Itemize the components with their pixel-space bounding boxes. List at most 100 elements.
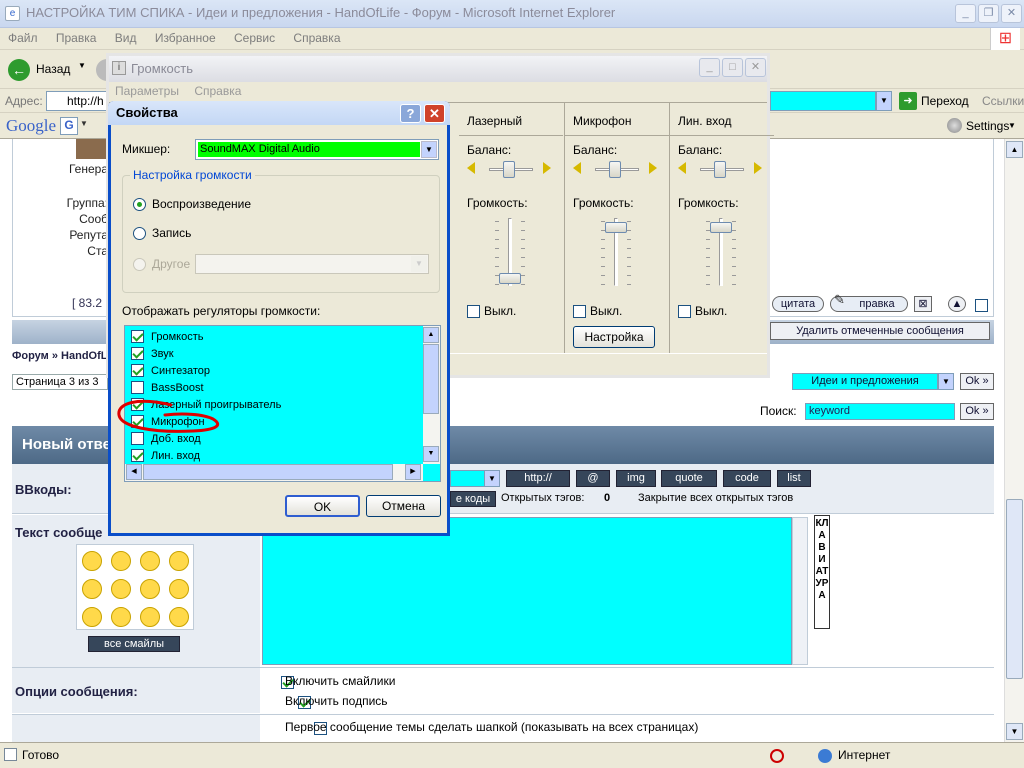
address-input[interactable]: http://h bbox=[46, 91, 114, 111]
menu-tools[interactable]: Сервис bbox=[234, 28, 275, 48]
message-textarea[interactable] bbox=[262, 517, 792, 665]
keyboard-button[interactable]: КЛАВИАТУРА bbox=[814, 515, 830, 629]
scroll-thumb[interactable] bbox=[1006, 499, 1023, 679]
back-dropdown-icon[interactable]: ▼ bbox=[78, 61, 86, 70]
breadcrumb-home[interactable]: Форум bbox=[12, 350, 49, 362]
back-button[interactable]: ← Назад ▼ bbox=[8, 58, 88, 82]
google-search-icon[interactable]: G bbox=[60, 117, 78, 135]
list-item-checkbox[interactable] bbox=[131, 330, 144, 344]
volume-menu-help[interactable]: Справка bbox=[194, 84, 241, 98]
bbcode-img-button[interactable]: img bbox=[616, 470, 656, 487]
smiley-icon[interactable] bbox=[111, 551, 131, 571]
list-scroll-right[interactable]: ▶ bbox=[405, 464, 421, 480]
textarea-scrollbar[interactable] bbox=[792, 517, 808, 665]
menu-file[interactable]: Файл bbox=[8, 28, 38, 48]
list-item[interactable]: Звук bbox=[131, 346, 174, 362]
settings-button[interactable]: Settings bbox=[966, 119, 1009, 133]
smiley-icon[interactable] bbox=[82, 579, 102, 599]
list-item[interactable]: Лин. вход bbox=[131, 448, 200, 464]
list-scroll-up[interactable]: ▲ bbox=[423, 327, 439, 343]
list-item[interactable]: BassBoost bbox=[131, 380, 204, 396]
list-vscroll[interactable]: ▲ ▼ bbox=[423, 326, 440, 464]
ok-button[interactable]: OK bbox=[285, 495, 360, 517]
go-arrow-icon[interactable]: ➜ bbox=[899, 92, 917, 110]
list-item-checkbox[interactable] bbox=[131, 364, 144, 378]
list-item[interactable]: Синтезатор bbox=[131, 363, 210, 379]
balance-slider[interactable] bbox=[714, 161, 726, 178]
help-button[interactable]: ? bbox=[400, 104, 421, 123]
delete-selected-button[interactable]: Удалить отмеченные сообщения bbox=[770, 322, 990, 340]
scroll-up-icon[interactable]: ▲ bbox=[948, 296, 966, 312]
select-post-checkbox[interactable] bbox=[975, 299, 988, 313]
google-dropdown-icon[interactable]: ▼ bbox=[80, 119, 88, 128]
quote-button[interactable]: цитата bbox=[772, 296, 824, 312]
smiley-icon[interactable] bbox=[140, 579, 160, 599]
scroll-down-button[interactable]: ▼ bbox=[1006, 723, 1023, 740]
volume-menu-params[interactable]: Параметры bbox=[115, 84, 179, 98]
delete-post-icon[interactable]: ⊠ bbox=[914, 296, 932, 312]
radio-playback[interactable] bbox=[133, 198, 146, 211]
go-button[interactable]: Переход bbox=[921, 94, 969, 108]
menu-help[interactable]: Справка bbox=[293, 28, 340, 48]
list-scroll-thumb[interactable] bbox=[423, 344, 439, 414]
settings-dropdown-icon[interactable]: ▼ bbox=[1008, 121, 1016, 130]
list-item-checkbox[interactable] bbox=[131, 449, 144, 463]
jump-dropdown-icon[interactable]: ▼ bbox=[938, 373, 954, 390]
mute-checkbox[interactable] bbox=[573, 305, 586, 319]
mixer-select[interactable]: SoundMAX Digital Audio ▼ bbox=[195, 139, 439, 160]
balance-slider[interactable] bbox=[503, 161, 515, 178]
breadcrumb-forum[interactable]: HandOfLi bbox=[61, 350, 111, 362]
mute-checkbox[interactable] bbox=[678, 305, 691, 319]
smiley-icon[interactable] bbox=[169, 579, 189, 599]
balance-slider[interactable] bbox=[609, 161, 621, 178]
volume-close-button[interactable]: ✕ bbox=[745, 58, 766, 77]
close-button[interactable]: ✕ bbox=[1001, 4, 1022, 23]
smiley-icon[interactable] bbox=[82, 551, 102, 571]
menu-view[interactable]: Вид bbox=[115, 28, 137, 48]
volume-maximize-button[interactable]: □ bbox=[722, 58, 743, 77]
volume-slider[interactable] bbox=[605, 222, 627, 234]
mixer-dropdown-icon[interactable]: ▼ bbox=[421, 141, 437, 158]
channel-settings-button[interactable]: Настройка bbox=[573, 326, 655, 348]
mute-checkbox[interactable] bbox=[467, 305, 480, 319]
bbcode-quote-button[interactable]: quote bbox=[661, 470, 717, 487]
close-codes-button[interactable]: е коды bbox=[450, 491, 496, 507]
list-item-checkbox[interactable] bbox=[131, 347, 144, 361]
search-input[interactable]: keyword bbox=[805, 403, 955, 420]
smiley-icon[interactable] bbox=[169, 551, 189, 571]
bbcode-list-button[interactable]: list bbox=[777, 470, 811, 487]
search-ok-button[interactable]: Ok » bbox=[960, 403, 994, 420]
all-smilies-button[interactable]: все смайлы bbox=[88, 636, 180, 652]
smiley-icon[interactable] bbox=[140, 607, 160, 627]
volume-slider[interactable] bbox=[710, 222, 732, 234]
list-scroll-down[interactable]: ▼ bbox=[423, 446, 439, 462]
address-dropdown-icon[interactable]: ▼ bbox=[876, 91, 892, 111]
list-scroll-left[interactable]: ◀ bbox=[126, 464, 142, 480]
smiley-icon[interactable] bbox=[82, 607, 102, 627]
ip-address[interactable]: [ 83.2 bbox=[72, 296, 102, 310]
list-item-checkbox[interactable] bbox=[131, 381, 144, 395]
page-scrollbar[interactable]: ▲ ▼ bbox=[1004, 139, 1024, 742]
bbcode-url-button[interactable]: http:// bbox=[506, 470, 570, 487]
font-dropdown-icon[interactable]: ▼ bbox=[484, 470, 500, 487]
maximize-button[interactable]: ❐ bbox=[978, 4, 999, 23]
smiley-icon[interactable] bbox=[111, 607, 131, 627]
font-select[interactable] bbox=[450, 470, 486, 487]
minimize-button[interactable]: _ bbox=[955, 4, 976, 23]
list-item[interactable]: Громкость bbox=[131, 329, 203, 345]
close-all-tags-link[interactable]: Закрытие всех открытых тэгов bbox=[638, 492, 793, 504]
address-input-right[interactable] bbox=[770, 91, 876, 111]
bbcode-email-button[interactable]: @ bbox=[576, 470, 610, 487]
page-indicator[interactable]: Страница 3 из 3 bbox=[12, 374, 108, 390]
bbcode-code-button[interactable]: code bbox=[723, 470, 771, 487]
radio-record[interactable] bbox=[133, 227, 146, 240]
volume-slider[interactable] bbox=[499, 272, 521, 284]
cancel-button[interactable]: Отмена bbox=[366, 495, 441, 517]
list-hscroll[interactable]: ◀ ▶ bbox=[125, 464, 423, 481]
scroll-up-button[interactable]: ▲ bbox=[1006, 141, 1023, 158]
smiley-icon[interactable] bbox=[140, 551, 160, 571]
smiley-icon[interactable] bbox=[111, 579, 131, 599]
menu-edit[interactable]: Правка bbox=[56, 28, 97, 48]
list-hscroll-thumb[interactable] bbox=[143, 464, 393, 480]
links-label[interactable]: Ссылки bbox=[982, 94, 1024, 108]
